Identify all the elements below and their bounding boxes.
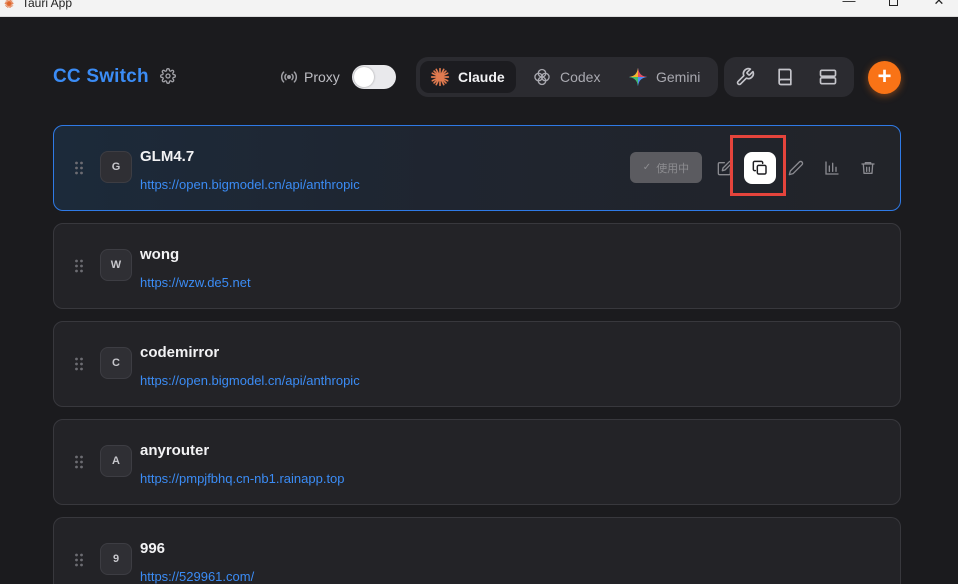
tab-claude-label: Claude [458,69,505,85]
window-title: Tauri App [22,0,73,10]
provider-url-link[interactable]: https://pmpjfbhq.cn-nb1.rainapp.top [140,471,345,486]
provider-card[interactable]: C codemirror https://open.bigmodel.cn/ap… [53,321,901,407]
maximize-button[interactable] [870,0,916,14]
drag-handle-icon[interactable] [74,454,84,470]
tab-codex-label: Codex [560,69,601,85]
radio-signal-icon [281,71,297,83]
tab-gemini-label: Gemini [656,69,701,85]
drag-handle-icon[interactable] [74,258,84,274]
provider-avatar: 9 [100,543,132,575]
drag-handle-icon[interactable] [74,160,84,176]
wrench-icon[interactable] [735,67,755,87]
provider-url-link[interactable]: https://open.bigmodel.cn/api/anthropic [140,177,360,192]
trash-icon[interactable] [860,160,876,176]
provider-name: GLM4.7 [140,148,195,165]
add-provider-button[interactable]: + [868,61,901,94]
provider-card[interactable]: A anyrouter https://pmpjfbhq.cn-nb1.rain… [53,419,901,505]
close-button[interactable]: ✕ [916,0,958,14]
provider-name: codemirror [140,344,220,361]
minimize-button[interactable]: — [826,0,872,14]
toolbar-group [724,57,854,97]
proxy-toggle-knob [354,67,374,87]
app-switcher: Claude Codex Gemini [416,57,718,97]
plus-icon: + [877,63,892,90]
in-use-label: 使用中 [656,162,690,175]
provider-name: wong [140,246,180,263]
provider-name: 996 [140,540,166,557]
proxy-label: Proxy [304,69,340,85]
window-titlebar: ✺ Tauri App — ✕ [0,0,958,17]
provider-avatar: A [100,445,132,477]
provider-avatar: C [100,347,132,379]
proxy-toggle[interactable] [352,65,396,89]
check-icon: ✓ [642,162,652,173]
highlight-box [730,135,786,196]
tauri-app-icon: ✺ [4,0,15,11]
app-brand-title: CC Switch [53,66,149,87]
tab-claude[interactable]: Claude [420,61,516,93]
proxy-control: Proxy [280,66,340,88]
tab-codex[interactable]: Codex [522,61,612,93]
provider-url-link[interactable]: https://open.bigmodel.cn/api/anthropic [140,373,360,388]
gemini-icon [628,67,648,87]
test-pen-icon[interactable] [788,160,804,176]
claude-icon [430,67,450,87]
book-icon[interactable] [775,67,795,87]
openai-icon [534,68,550,86]
bar-chart-icon[interactable] [824,160,840,176]
maximize-icon [888,0,898,6]
provider-avatar: W [100,249,132,281]
layout-icon[interactable] [818,67,838,87]
tab-gemini[interactable]: Gemini [618,61,714,93]
provider-url-link[interactable]: https://wzw.de5.net [140,275,251,290]
in-use-button[interactable]: ✓ 使用中 [630,152,702,183]
provider-url-link[interactable]: https://529961.com/ [140,569,254,584]
provider-avatar: G [100,151,132,183]
drag-handle-icon[interactable] [74,552,84,568]
drag-handle-icon[interactable] [74,356,84,372]
provider-name: anyrouter [140,442,210,459]
settings-gear-icon[interactable] [160,68,176,84]
provider-card[interactable]: 9 996 https://529961.com/ [53,517,901,584]
provider-card[interactable]: W wong https://wzw.de5.net [53,223,901,309]
